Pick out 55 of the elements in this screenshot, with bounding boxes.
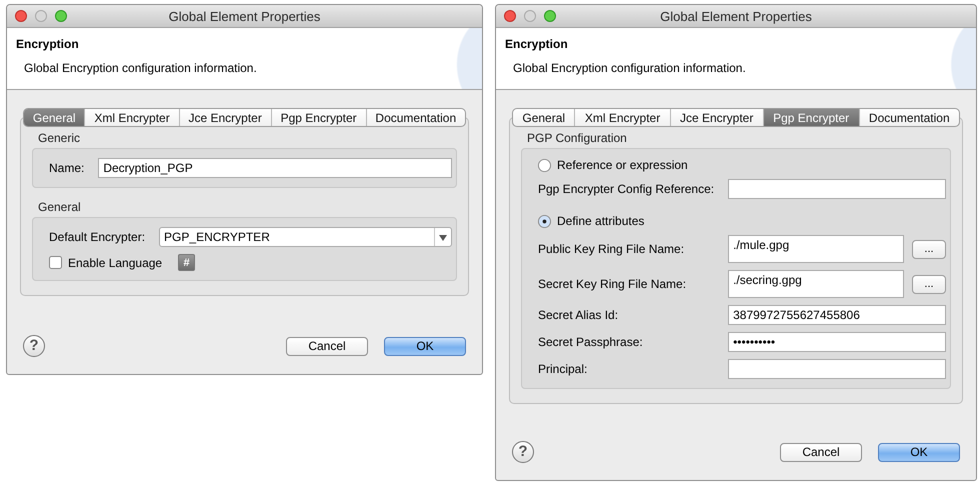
zoom-button[interactable] [544, 10, 556, 22]
window-title: Global Element Properties [660, 8, 812, 24]
dropdown[interactable]: PGP_ENCRYPTER [159, 227, 452, 247]
field-label: Pgp Encrypter Config Reference: [538, 182, 716, 196]
group-title: General [38, 200, 81, 214]
header-description: Global Encryption configuration information. [513, 61, 746, 75]
tab[interactable]: Xml Encrypter [84, 109, 179, 126]
header-title: Encryption [16, 37, 79, 51]
radio-button[interactable] [538, 158, 551, 172]
input-field[interactable] [728, 359, 946, 379]
ok-button[interactable]: OK [384, 336, 466, 356]
tab[interactable]: General [24, 109, 84, 126]
input-field[interactable]: 3879972755627455806 [728, 305, 946, 325]
cancel-button[interactable]: Cancel [286, 336, 368, 356]
cancel-button[interactable]: Cancel [780, 442, 862, 462]
browse-button[interactable]: ... [912, 274, 946, 294]
expression-button[interactable]: # [178, 254, 196, 271]
input-field[interactable]: Decryption_PGP [98, 158, 452, 178]
field-label: Secret Passphrase: [538, 335, 644, 349]
group-title: Generic [38, 131, 80, 145]
input-field[interactable]: ./secring.gpg [728, 270, 904, 298]
tab[interactable]: Jce Encrypter [178, 109, 271, 126]
tab[interactable]: Pgp Encrypter [762, 109, 859, 126]
field-label: Public Key Ring File Name: [538, 242, 686, 256]
window-title: Global Element Properties [168, 8, 320, 24]
input-field[interactable]: •••••••••• [728, 332, 946, 352]
tab[interactable]: Documentation [366, 109, 465, 126]
tab[interactable]: Documentation [858, 109, 959, 126]
header-title: Encryption [505, 37, 568, 51]
field-label: Secret Key Ring File Name: [538, 277, 688, 291]
close-button[interactable] [504, 10, 516, 22]
field-label: Name: [49, 161, 86, 175]
zoom-button[interactable] [55, 10, 67, 22]
minimize-button[interactable] [35, 10, 47, 22]
ok-button[interactable]: OK [878, 442, 960, 462]
radio-label: Reference or expression [557, 158, 688, 172]
tab[interactable]: Pgp Encrypter [270, 109, 366, 126]
checkbox-label: Enable Language [68, 256, 162, 270]
radio-button[interactable] [538, 214, 551, 228]
header-description: Global Encryption configuration information. [24, 61, 257, 75]
checkbox[interactable] [49, 256, 62, 269]
field-label: Principal: [538, 362, 588, 376]
browse-button[interactable]: ... [912, 240, 946, 258]
field-label: Default Encrypter: [49, 230, 146, 244]
close-button[interactable] [15, 10, 27, 22]
group-title: PGP Configuration [527, 131, 627, 145]
input-field[interactable] [728, 179, 946, 199]
tab[interactable]: Xml Encrypter [574, 109, 670, 126]
radio-label: Define attributes [557, 214, 644, 228]
field-label: Secret Alias Id: [538, 308, 620, 322]
minimize-button[interactable] [524, 10, 536, 22]
help-button[interactable]: ? [23, 335, 45, 357]
input-field[interactable]: ./mule.gpg [728, 235, 904, 263]
help-button[interactable]: ? [512, 441, 534, 463]
tab[interactable]: General [513, 109, 574, 126]
